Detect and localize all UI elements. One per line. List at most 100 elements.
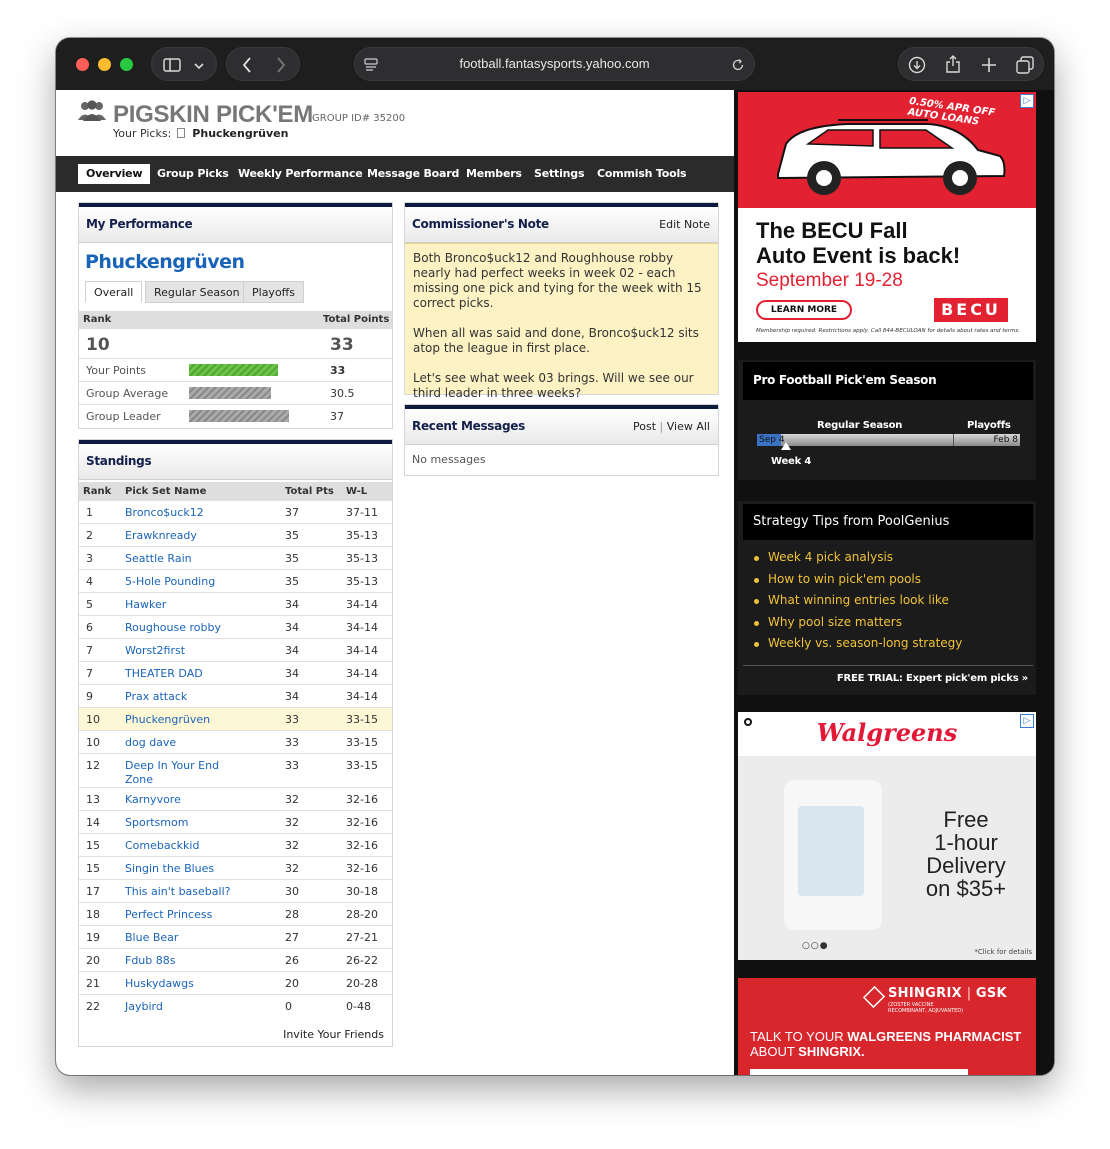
pick-set-name-link[interactable]: Sportsmom: [125, 816, 235, 830]
pick-set-name-link[interactable]: Karnyvore: [125, 793, 235, 807]
new-tab-icon[interactable]: [977, 48, 1001, 85]
reload-icon[interactable]: [728, 48, 748, 84]
close-window-button[interactable]: [76, 58, 89, 71]
minimize-window-button[interactable]: [98, 58, 111, 71]
tab-group-picks[interactable]: Group Picks: [157, 164, 229, 184]
tab-settings[interactable]: Settings: [534, 164, 585, 184]
table-row: 22 Jaybird 0 0-48: [79, 994, 392, 1017]
pick-set-name-link[interactable]: Prax attack: [125, 690, 235, 704]
tab-overview-icon[interactable]: [1013, 48, 1037, 86]
pick-set-name-link[interactable]: Worst2first: [125, 644, 235, 658]
walgreens-logo: Walgreens: [816, 718, 958, 747]
your-picks-name[interactable]: Phuckengrüven: [192, 127, 288, 140]
tab-overview[interactable]: Overview: [78, 164, 151, 184]
standing-win-loss: 33-15: [346, 759, 378, 772]
tab-regular-season[interactable]: Regular Season: [145, 281, 249, 303]
book-appointment-button[interactable]: [750, 1069, 968, 1075]
table-row: 1 Bronco$uck12 37 37-11: [79, 500, 392, 523]
sidebar-icon[interactable]: [160, 48, 184, 84]
pick-set-name-link[interactable]: Comebackkid: [125, 839, 235, 853]
tip-link[interactable]: Why pool size matters: [752, 615, 962, 637]
pick-set-name-link[interactable]: Roughouse robby: [125, 621, 235, 635]
pick-set-name-link[interactable]: This ain't baseball?: [125, 885, 235, 899]
pick-set-name-link[interactable]: Singin the Blues: [125, 862, 235, 876]
pick-set-name-link[interactable]: Fdub 88s: [125, 954, 235, 968]
tab-weekly-performance[interactable]: Weekly Performance: [238, 164, 363, 184]
shingrix-ad[interactable]: SHINGRIX | GSK (ZOSTER VACCINE RECOMBINA…: [738, 978, 1036, 1075]
standing-win-loss: 33-15: [346, 713, 378, 726]
standing-rank: 14: [86, 816, 100, 829]
learn-more-button[interactable]: LEARN MORE: [756, 300, 852, 320]
rank-header: Rank: [83, 314, 112, 325]
pick-set-name-link[interactable]: Hawker: [125, 598, 235, 612]
adchoices-icon[interactable]: ▷: [1020, 94, 1034, 108]
tab-commish-tools[interactable]: Commish Tools: [597, 164, 687, 184]
panel-title: Recent Messages: [412, 419, 525, 433]
performance-bar: [189, 364, 278, 376]
adchoices-icon[interactable]: ▷: [1020, 714, 1034, 728]
standing-win-loss: 35-13: [346, 552, 378, 565]
tab-playoffs[interactable]: Playoffs: [243, 281, 304, 303]
standing-points: 33: [285, 713, 299, 726]
pick-set-name-link[interactable]: 5-Hole Pounding: [125, 575, 235, 589]
pick-set-name-link[interactable]: Deep In Your End Zone: [125, 759, 235, 787]
pick-set-name-link[interactable]: Jaybird: [125, 1000, 235, 1014]
team-name[interactable]: Phuckengrüven: [85, 251, 245, 273]
panel-header: My Performance: [79, 203, 392, 243]
performance-row: Group Average 30.5: [79, 381, 392, 404]
offer-line: 1-hour: [934, 830, 998, 855]
free-trial-link[interactable]: FREE TRIAL: Expert pick'em picks »: [837, 673, 1028, 684]
tab-overall[interactable]: Overall: [85, 281, 143, 303]
tip-link[interactable]: What winning entries look like: [752, 593, 962, 615]
table-row: 21 Huskydawgs 20 20-28: [79, 971, 392, 994]
post-link[interactable]: Post: [633, 420, 656, 433]
standing-rank: 15: [86, 862, 100, 875]
pick-set-name-link[interactable]: Huskydawgs: [125, 977, 235, 991]
table-row: 7 THEATER DAD 34 34-14: [79, 661, 392, 684]
invite-friends-link[interactable]: Invite Your Friends: [283, 1028, 384, 1041]
sidebar-toggle-group[interactable]: [151, 47, 217, 81]
standing-points: 34: [285, 598, 299, 611]
tip-link[interactable]: Week 4 pick analysis: [752, 550, 962, 572]
pick-set-name-link[interactable]: Erawknready: [125, 529, 235, 543]
name-header: Pick Set Name: [125, 486, 207, 497]
becu-ad[interactable]: 0.50% APR OFF AUTO LOANS The BECU Fall A…: [738, 92, 1036, 342]
tip-link[interactable]: Weekly vs. season-long strategy: [752, 636, 962, 658]
tab-members[interactable]: Members: [466, 164, 522, 184]
pick-set-name-link[interactable]: dog dave: [125, 736, 235, 750]
standing-win-loss: 34-14: [346, 598, 378, 611]
message-bold: WALGREENS PHARMACIST: [847, 1029, 1022, 1044]
ad-header: Walgreens: [738, 712, 1036, 756]
pick-set-name-link[interactable]: THEATER DAD: [125, 667, 235, 681]
no-messages-text: No messages: [412, 453, 486, 466]
url-text[interactable]: football.fantasysports.yahoo.com: [355, 48, 754, 80]
walgreens-ad[interactable]: Walgreens Free 1-hour Delivery on $35+ ○…: [738, 712, 1036, 960]
zoom-window-button[interactable]: [120, 58, 133, 71]
back-icon[interactable]: [235, 48, 259, 85]
download-icon[interactable]: [905, 48, 929, 86]
standing-rank: 10: [86, 713, 100, 726]
forward-icon[interactable]: [269, 48, 293, 85]
standing-win-loss: 35-13: [346, 575, 378, 588]
chevron-down-icon[interactable]: [188, 48, 210, 82]
edit-note-link[interactable]: Edit Note: [659, 218, 710, 231]
table-row: 19 Blue Bear 27 27-21: [79, 925, 392, 948]
tab-message-board[interactable]: Message Board: [367, 164, 459, 184]
standing-rank: 19: [86, 931, 100, 944]
table-row: 10 dog dave 33 33-15: [79, 730, 392, 753]
standing-points: 37: [285, 506, 299, 519]
standing-rank: 10: [86, 736, 100, 749]
carousel-dots[interactable]: ○○●: [802, 941, 829, 951]
pick-set-name-link[interactable]: Phuckengrüven: [125, 713, 235, 727]
pick-set-name-link[interactable]: Blue Bear: [125, 931, 235, 945]
address-bar[interactable]: football.fantasysports.yahoo.com: [354, 47, 755, 81]
tip-link[interactable]: How to win pick'em pools: [752, 572, 962, 594]
view-all-link[interactable]: View All: [667, 420, 710, 433]
standing-rank: 21: [86, 977, 100, 990]
standing-win-loss: 37-11: [346, 506, 378, 519]
standing-points: 34: [285, 644, 299, 657]
share-icon[interactable]: [941, 48, 965, 85]
pick-set-name-link[interactable]: Bronco$uck12: [125, 506, 235, 520]
pick-set-name-link[interactable]: Perfect Princess: [125, 908, 235, 922]
pick-set-name-link[interactable]: Seattle Rain: [125, 552, 235, 566]
